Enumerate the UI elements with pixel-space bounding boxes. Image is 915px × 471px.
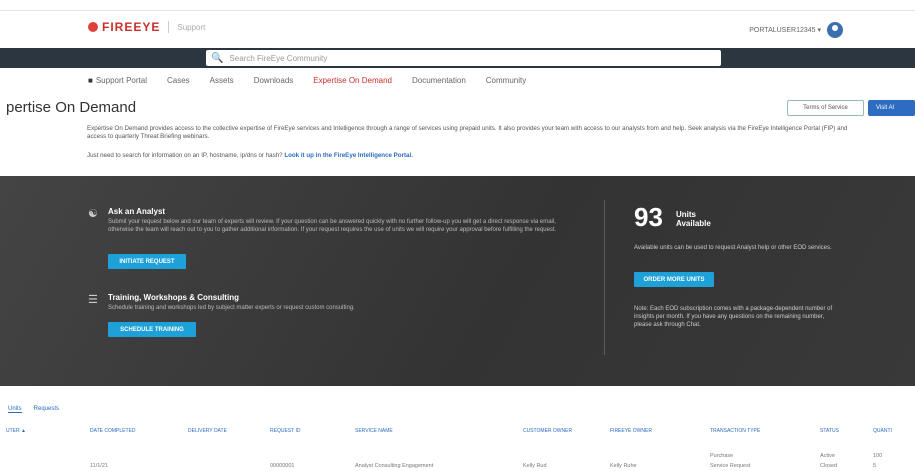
ask-analyst-section: Ask an Analyst Submit your request below…	[88, 207, 558, 234]
table-cell: Service Request	[710, 463, 751, 469]
username-label[interactable]: PORTALUSER12345 ▾	[749, 26, 821, 34]
training-title: Training, Workshops & Consulting	[108, 293, 239, 302]
terms-button[interactable]: Terms of Service	[787, 100, 864, 116]
table-cell: 00000001	[270, 463, 295, 469]
table-cell: Closed	[820, 463, 838, 469]
tab-requests[interactable]: Requests	[34, 406, 59, 413]
logo-divider	[168, 21, 170, 33]
visit-button[interactable]: Visit Al	[868, 100, 915, 116]
table-cell: 11/1/21	[90, 463, 108, 469]
nav-support-portal[interactable]: ■ Support Portal	[88, 76, 147, 85]
main-nav: ■ Support Portal Cases Assets Downloads E…	[88, 76, 526, 85]
units-requests-tabs: Units Requests	[8, 406, 59, 413]
home-icon: ■	[88, 76, 93, 85]
nav-downloads[interactable]: Downloads	[254, 76, 294, 85]
units-count: 93	[634, 202, 663, 232]
hero-divider	[604, 200, 605, 355]
logo-text: FIREEYE	[102, 20, 161, 34]
fireeye-logo[interactable]: FIREEYE Support	[88, 20, 205, 34]
table-cell: Analyst Consulting Engagement	[355, 463, 434, 469]
search-input[interactable]: 🔍 Search FireEye Community	[206, 50, 721, 66]
intro-search-text: Just need to search for information on a…	[87, 152, 283, 159]
intel-portal-link[interactable]: Look it up in the FireEye Intelligence P…	[284, 152, 413, 159]
col-header[interactable]: SERVICE NAME	[355, 428, 393, 434]
col-header[interactable]: STATUS	[820, 428, 839, 434]
training-desc: Schedule training and workshops led by s…	[108, 305, 355, 311]
col-header[interactable]: TRANSACTION TYPE	[710, 428, 760, 434]
nav-community[interactable]: Community	[486, 76, 526, 85]
table-cell: Active	[820, 453, 835, 459]
table-header: UTER ▲ DATE COMPLETED DELIVERY DATE REQU…	[0, 428, 915, 440]
ask-analyst-title: Ask an Analyst	[108, 207, 166, 216]
logo-mark-icon	[88, 22, 98, 32]
nav-expertise-on-demand[interactable]: Expertise On Demand	[313, 76, 392, 85]
table-cell: Kelly Ruhe	[610, 463, 637, 469]
units-note: Note: Each EOD subscription comes with a…	[634, 306, 833, 328]
search-placeholder: Search FireEye Community	[229, 53, 328, 63]
table-cell: Purchase	[710, 453, 734, 459]
col-header[interactable]: REQUEST ID	[270, 428, 300, 434]
table-cell: 100	[873, 453, 883, 459]
nav-documentation[interactable]: Documentation	[412, 76, 466, 85]
logo-subtitle: Support	[177, 22, 206, 32]
intro-search-line: Just need to search for information on a…	[87, 152, 413, 159]
schedule-training-button[interactable]: SCHEDULE TRAINING	[108, 322, 196, 337]
intro-paragraph: Expertise On Demand provides access to t…	[87, 125, 848, 140]
page-title: pertise On Demand	[6, 99, 137, 116]
col-header[interactable]: DELIVERY DATE	[188, 428, 227, 434]
col-header[interactable]: DATE COMPLETED	[90, 428, 135, 434]
avatar[interactable]	[827, 22, 843, 38]
order-more-units-button[interactable]: ORDER MORE UNITS	[634, 272, 714, 287]
col-header[interactable]: UTER ▲	[6, 428, 26, 434]
training-section: Training, Workshops & Consulting Schedul…	[88, 293, 558, 312]
col-header[interactable]: CUSTOMER OWNER	[523, 428, 572, 434]
initiate-request-button[interactable]: INITIATE REQUEST	[108, 254, 186, 269]
units-description: Available units can be used to request A…	[634, 245, 832, 251]
col-header[interactable]: FIREEYE OWNER	[610, 428, 652, 434]
user-menu[interactable]: PORTALUSER12345 ▾	[749, 22, 843, 38]
ask-analyst-desc: Submit your request below and our team o…	[108, 219, 557, 233]
units-label: Units Available	[676, 210, 711, 228]
table-cell: 5	[873, 463, 877, 469]
table-cell: Kelly Rud	[523, 463, 547, 469]
tab-units[interactable]: Units	[8, 406, 22, 413]
search-icon: 🔍	[211, 52, 224, 64]
nav-assets[interactable]: Assets	[210, 76, 234, 85]
col-header[interactable]: QUANTI	[873, 428, 892, 434]
nav-cases[interactable]: Cases	[167, 76, 190, 85]
